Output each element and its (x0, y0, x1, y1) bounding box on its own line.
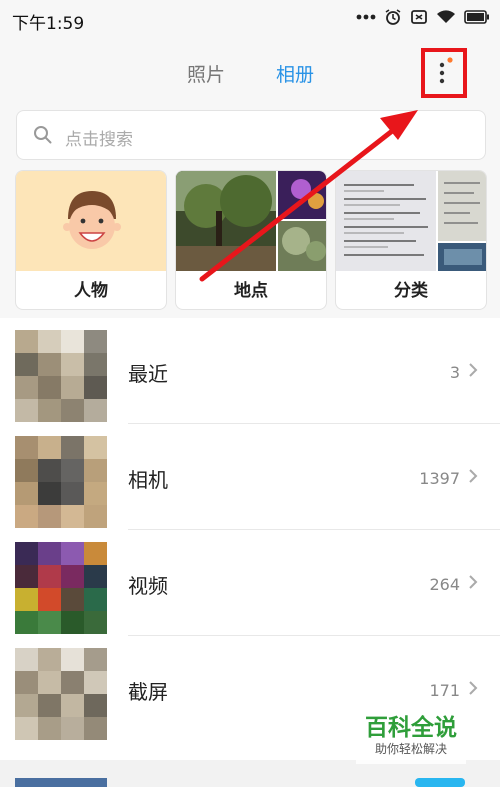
chevron-right-icon (469, 681, 478, 695)
search-icon (34, 126, 52, 144)
watermark-title: 百科全说 (365, 715, 457, 741)
album-thumbnail (15, 648, 107, 740)
album-thumbnail (15, 542, 107, 634)
album-thumbnail (15, 330, 107, 422)
wifi-icon (437, 10, 455, 23)
no-sim-icon (411, 10, 427, 24)
chevron-right-icon (469, 575, 478, 589)
album-count: 264 (429, 575, 460, 594)
album-count: 171 (429, 681, 460, 700)
category-label-places: 地点 (234, 281, 268, 301)
more-options-button[interactable] (421, 48, 467, 98)
tab-albums[interactable]: 相册 (276, 60, 314, 87)
album-name: 截屏 (128, 680, 168, 704)
search-area: 点击搜索 (0, 106, 500, 166)
search-placeholder: 点击搜索 (65, 130, 133, 150)
album-name: 最近 (128, 362, 168, 386)
chevron-right-icon (469, 469, 478, 483)
watermark-subtitle: 助你轻松解决 (374, 742, 447, 756)
battery-icon (464, 10, 489, 24)
search-bar[interactable]: 点击搜索 (16, 110, 486, 160)
status-bar: 下午1:59 (0, 0, 500, 38)
chevron-right-icon (469, 363, 478, 377)
category-label-people: 人物 (74, 281, 108, 301)
album-thumbnail (15, 436, 107, 528)
category-cards: 人物 地点 分类 (0, 166, 500, 318)
classify-thumbnail (336, 171, 486, 271)
category-card-places[interactable]: 地点 (175, 170, 327, 310)
places-thumbnail (176, 171, 326, 271)
album-row-recent[interactable]: 最近 3 (0, 318, 500, 424)
album-name: 视频 (128, 574, 168, 598)
category-card-classify[interactable]: 分类 (335, 170, 487, 310)
album-count: 3 (449, 363, 460, 382)
category-label-classify: 分类 (394, 281, 428, 301)
album-list: 最近 3 相机 1397 视频 264 截屏 171 (0, 318, 500, 760)
album-count: 1397 (419, 469, 460, 488)
notification-dot-icon (447, 57, 453, 63)
tab-photos[interactable]: 照片 (187, 60, 225, 87)
album-row-camera[interactable]: 相机 1397 (0, 424, 500, 530)
album-name: 相机 (128, 468, 168, 492)
category-card-people[interactable]: 人物 (15, 170, 167, 310)
top-header: 照片 相册 (0, 38, 500, 106)
more-notifications-icon (356, 14, 376, 20)
next-album-preview (0, 760, 500, 787)
person-face-icon (63, 191, 121, 249)
more-vertical-icon (439, 57, 453, 84)
status-icons (356, 8, 490, 26)
people-thumbnail (16, 171, 166, 271)
album-row-video[interactable]: 视频 264 (0, 530, 500, 636)
status-time: 下午1:59 (12, 14, 85, 34)
next-album-thumbnail (15, 778, 465, 787)
alarm-icon (385, 9, 401, 25)
watermark-logo: 百科全说 助你轻松解决 (356, 708, 466, 764)
